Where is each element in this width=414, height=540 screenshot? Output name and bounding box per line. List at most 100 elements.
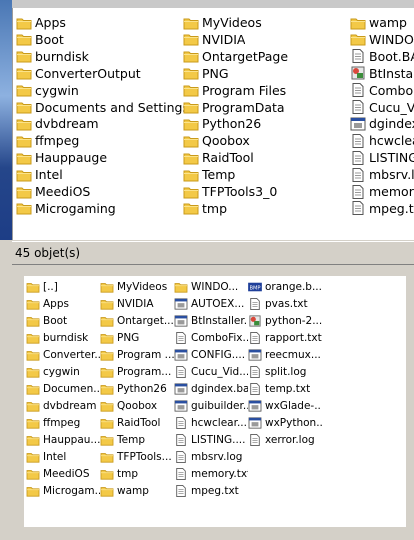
file-item-dgindex[interactable]: dgindex. xyxy=(350,115,414,132)
file-item-split-log[interactable]: split.log xyxy=(248,363,306,380)
folder-item-programdata[interactable]: ProgramData xyxy=(183,99,285,116)
file-item-mbsrv-lo[interactable]: mbsrv.lo xyxy=(350,166,414,183)
folder-icon xyxy=(100,366,114,378)
folder-item-wamp[interactable]: wamp xyxy=(350,14,407,31)
folder-item-png[interactable]: PNG xyxy=(183,65,229,82)
folder-item-program-files[interactable]: Program Files xyxy=(183,82,286,99)
folder-item-nvidia[interactable]: NVIDIA xyxy=(183,31,245,48)
folder-item-myvideos[interactable]: MyVideos xyxy=(183,14,262,31)
file-item-cucu-vid[interactable]: Cucu_Vid... xyxy=(174,363,248,380)
file-item-listing[interactable]: LISTING. xyxy=(350,149,414,166)
folder-item-cygwin[interactable]: cygwin xyxy=(26,363,80,380)
folder-icon xyxy=(183,117,199,131)
folder-item-myvideos[interactable]: MyVideos xyxy=(100,278,167,295)
file-item-orange-b[interactable]: BMP orange.b... xyxy=(248,278,322,295)
folder-item-dvbdream[interactable]: dvbdream xyxy=(26,397,96,414)
folder-item-ontargetpage[interactable]: OntargetPage xyxy=(183,48,288,65)
folder-item-program[interactable]: Program... xyxy=(100,363,171,380)
file-item-mpeg-txt[interactable]: mpeg.txt xyxy=(174,482,239,499)
top-file-list[interactable]: Apps Boot burndisk ConverterOutput cygwin Doc… xyxy=(12,8,414,240)
folder-item-cygwin[interactable]: cygwin xyxy=(16,82,79,99)
file-item-memory[interactable]: memory xyxy=(350,183,414,200)
file-item-autoex[interactable]: AUTOEX... xyxy=(174,295,244,312)
folder-item-tmp[interactable]: tmp xyxy=(100,465,138,482)
folder-item-documen[interactable]: Documen... xyxy=(26,380,100,397)
file-item-pvas-txt[interactable]: pvas.txt xyxy=(248,295,308,312)
file-item-rapport-txt[interactable]: rapport.txt xyxy=(248,329,322,346)
folder-icon xyxy=(16,16,32,30)
file-item-memory-txt[interactable]: memory.txt xyxy=(174,465,248,482)
item-label: MeediOS xyxy=(43,467,90,480)
file-item-xerror-log[interactable]: xerror.log xyxy=(248,431,315,448)
folder-item-nvidia[interactable]: NVIDIA xyxy=(100,295,154,312)
folder-item-boot[interactable]: Boot xyxy=(16,31,64,48)
folder-item-tmp[interactable]: tmp xyxy=(183,200,227,217)
folder-item-boot[interactable]: Boot xyxy=(26,312,67,329)
folder-item-apps[interactable]: Apps xyxy=(16,14,66,31)
file-item-dgindex-bat[interactable]: dgindex.bat xyxy=(174,380,248,397)
file-item-mpeg-txt[interactable]: mpeg.txt xyxy=(350,200,414,217)
folder-item-burndisk[interactable]: burndisk xyxy=(26,329,88,346)
file-item-wxpython[interactable]: wxPython... xyxy=(248,414,322,431)
folder-item-tfptools3-0[interactable]: TFPTools3_0 xyxy=(183,183,277,200)
file-item-combof[interactable]: ComboF xyxy=(350,82,414,99)
folder-item-[interactable]: [..] xyxy=(26,278,58,295)
file-item-python-2[interactable]: python-2.... xyxy=(248,312,322,329)
folder-item-hauppauge[interactable]: Hauppauge xyxy=(16,149,107,166)
item-label: Microgaming xyxy=(35,200,116,216)
folder-item-burndisk[interactable]: burndisk xyxy=(16,48,89,65)
folder-icon xyxy=(16,83,32,97)
svg-text:BMP: BMP xyxy=(249,285,260,291)
folder-item-hauppau[interactable]: Hauppau... xyxy=(26,431,100,448)
folder-item-raidtool[interactable]: RaidTool xyxy=(100,414,160,431)
folder-item-meedios[interactable]: MeediOS xyxy=(16,183,90,200)
folder-item-microgam[interactable]: Microgam... xyxy=(26,482,100,499)
folder-item-windows[interactable]: WINDOWS xyxy=(350,31,414,48)
folder-icon xyxy=(26,349,40,361)
folder-item-temp[interactable]: Temp xyxy=(183,166,235,183)
folder-item-ffmpeg[interactable]: ffmpeg xyxy=(26,414,80,431)
file-item-wxglade[interactable]: wxGlade-... xyxy=(248,397,322,414)
folder-item-dvbdream[interactable]: dvbdream xyxy=(16,115,99,132)
folder-item-tfptools[interactable]: TFPTools... xyxy=(100,448,172,465)
folder-item-ontarget[interactable]: Ontarget... xyxy=(100,312,174,329)
file-item-btinstaller[interactable]: BtInstaller xyxy=(350,65,414,82)
folder-item-microgaming[interactable]: Microgaming xyxy=(16,200,116,217)
file-item-hcwclear[interactable]: hcwclear xyxy=(350,132,414,149)
file-item-cucu-vid[interactable]: Cucu_Vid xyxy=(350,99,414,116)
folder-item-program[interactable]: Program ... xyxy=(100,346,174,363)
file-item-reecmux[interactable]: reecmux... xyxy=(248,346,321,363)
file-item-btinstaller[interactable]: BtInstaller... xyxy=(174,312,248,329)
folder-item-python26[interactable]: Python26 xyxy=(183,115,261,132)
folder-item-intel[interactable]: Intel xyxy=(16,166,63,183)
folder-item-meedios[interactable]: MeediOS xyxy=(26,465,90,482)
file-item-boot-bak[interactable]: Boot.BAK xyxy=(350,48,414,65)
file-item-guibuilder[interactable]: guibuilder... xyxy=(174,397,248,414)
folder-item-wamp[interactable]: wamp xyxy=(100,482,149,499)
item-label: Python26 xyxy=(202,116,262,132)
folder-item-ffmpeg[interactable]: ffmpeg xyxy=(16,132,79,149)
folder-item-qoobox[interactable]: Qoobox xyxy=(183,132,250,149)
folder-item-converteroutput[interactable]: ConverterOutput xyxy=(16,65,141,82)
folder-item-windo[interactable]: WINDO... xyxy=(174,278,238,295)
folder-item-temp[interactable]: Temp xyxy=(100,431,145,448)
folder-item-documents-and-settings[interactable]: Documents and Settings xyxy=(16,99,189,116)
file-item-temp-txt[interactable]: temp.txt xyxy=(248,380,310,397)
folder-item-apps[interactable]: Apps xyxy=(26,295,69,312)
file-item-mbsrv-log[interactable]: mbsrv.log xyxy=(174,448,242,465)
folder-item-qoobox[interactable]: Qoobox xyxy=(100,397,157,414)
folder-item-python26[interactable]: Python26 xyxy=(100,380,167,397)
file-item-hcwclear[interactable]: hcwclear... xyxy=(174,414,247,431)
file-item-combofix[interactable]: ComboFix... xyxy=(174,329,248,346)
folder-item-png[interactable]: PNG xyxy=(100,329,139,346)
folder-icon xyxy=(26,298,40,310)
bottom-file-list[interactable]: [..] Apps Boot burndisk Converter... cygwin Do… xyxy=(24,276,406,527)
folder-item-converter[interactable]: Converter... xyxy=(26,346,100,363)
folder-item-intel[interactable]: Intel xyxy=(26,448,66,465)
file-item-listing[interactable]: LISTING.... xyxy=(174,431,245,448)
folder-item-raidtool[interactable]: RaidTool xyxy=(183,149,254,166)
text-file-icon xyxy=(248,382,262,395)
folder-icon xyxy=(16,168,32,182)
file-item-config[interactable]: CONFIG.... xyxy=(174,346,245,363)
text-file-icon xyxy=(248,331,262,344)
